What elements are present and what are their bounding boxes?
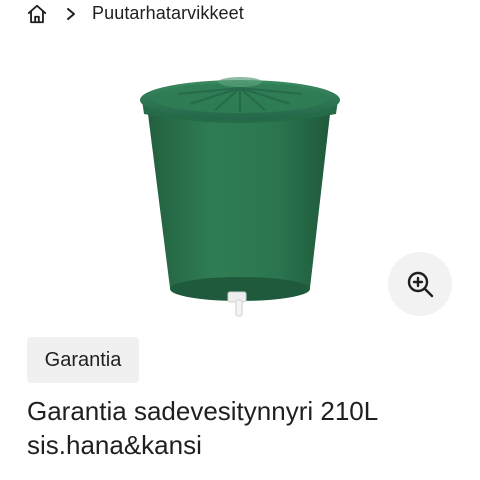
zoom-button[interactable] [388,252,452,316]
breadcrumb-category-link[interactable]: Puutarhatarvikkeet [92,2,244,24]
brand-badge[interactable]: Garantia [27,337,139,383]
home-icon[interactable] [26,3,48,25]
product-title-line2: sis.hana&kansi [27,430,202,460]
product-image [140,77,340,317]
product-title-line1: Garantia sadevesitynnyri 210L [27,396,379,426]
zoom-in-icon [407,271,434,298]
product-title: Garantia sadevesitynnyri 210L sis.hana&k… [27,394,467,462]
breadcrumb: Puutarhatarvikkeet [0,0,480,30]
chevron-right-icon [67,8,75,20]
